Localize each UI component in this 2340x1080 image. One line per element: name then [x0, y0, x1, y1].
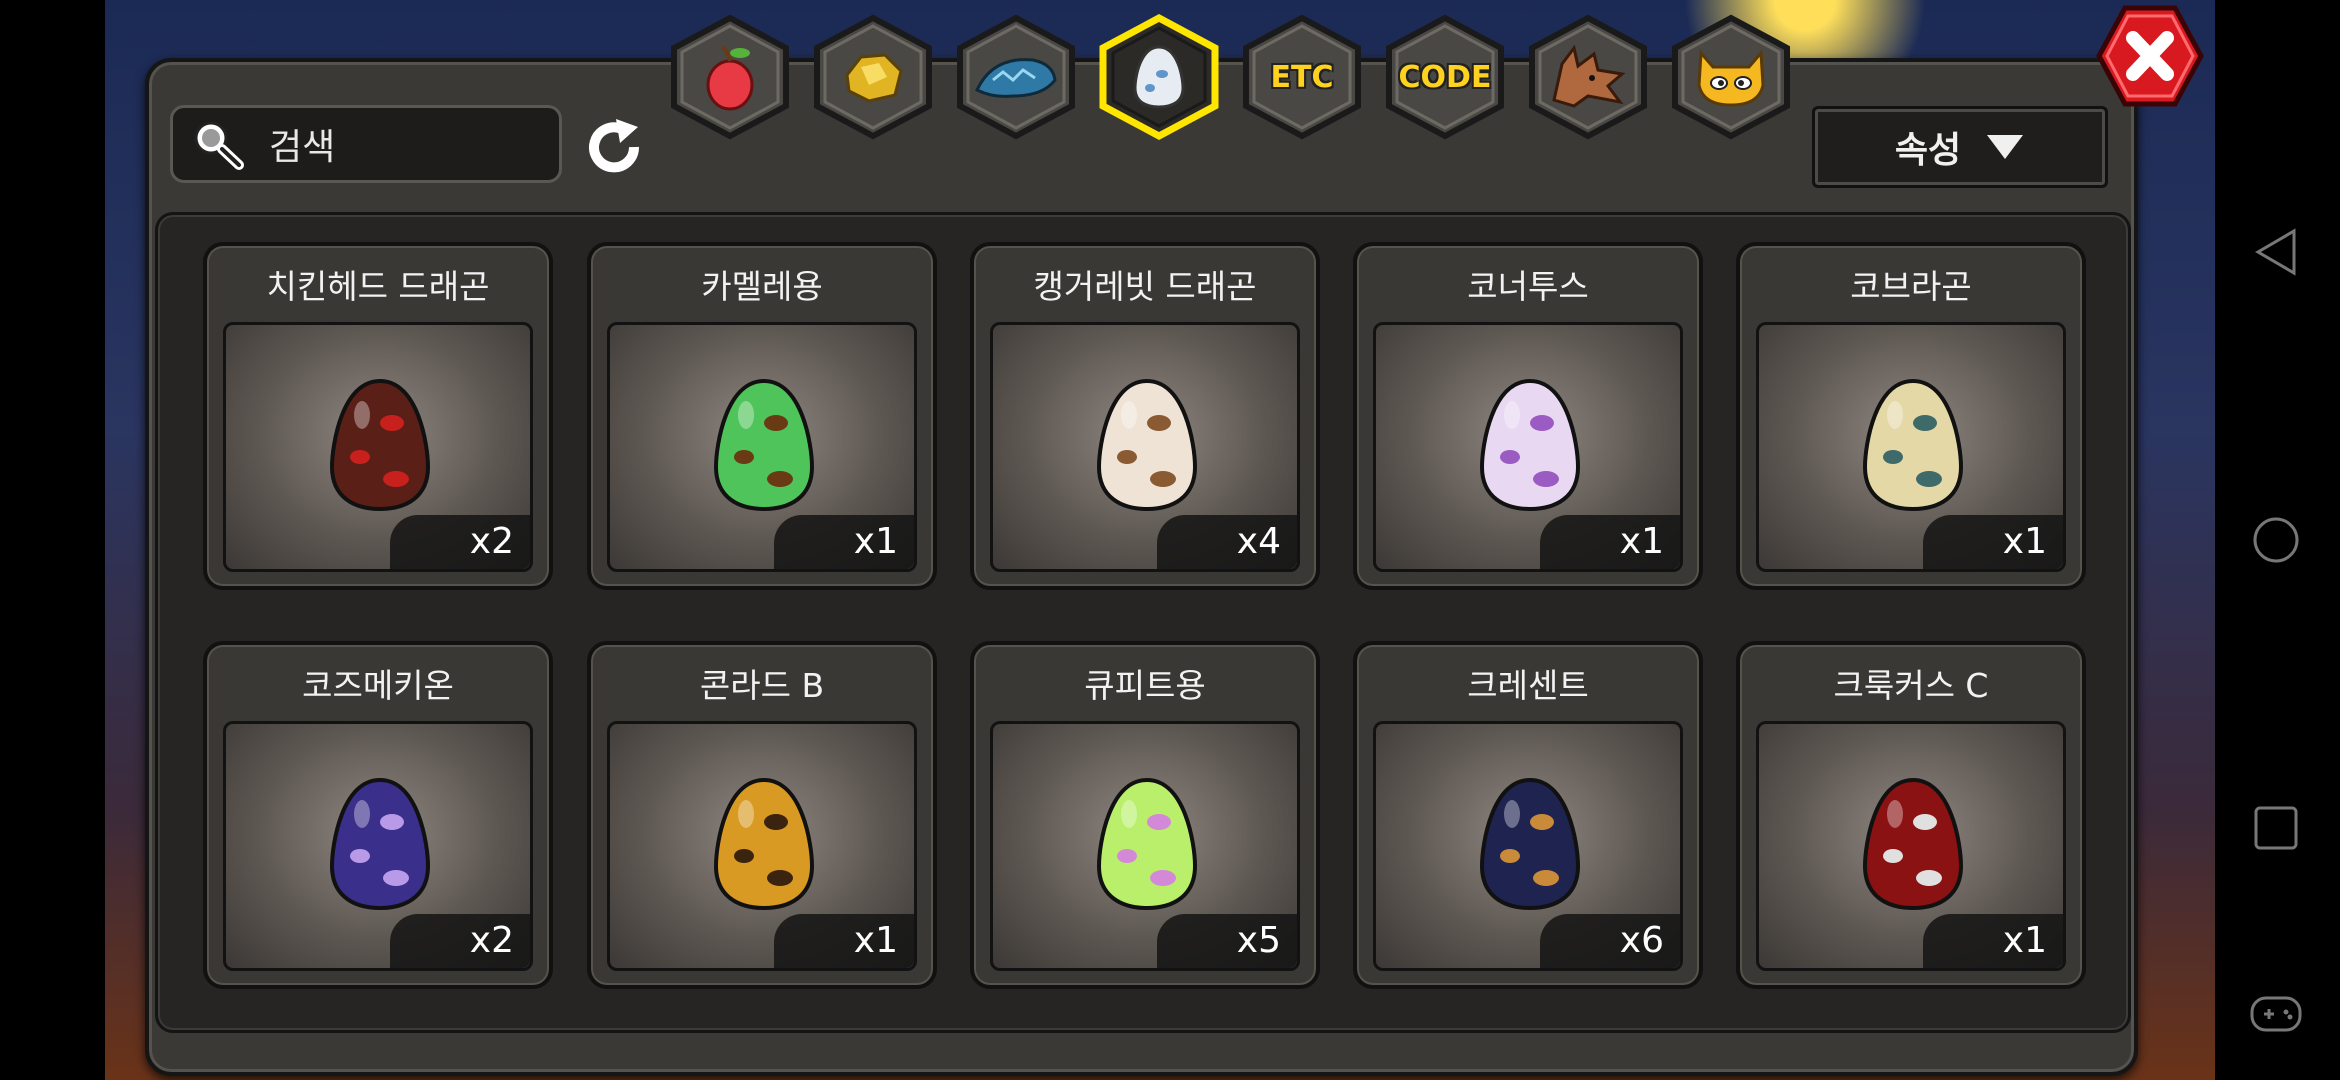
egg-count: x2: [390, 914, 530, 968]
egg-count: x5: [1157, 914, 1297, 968]
dragon-scale-icon: [975, 58, 1057, 98]
egg-card[interactable]: 카멜레용 x1: [587, 242, 937, 590]
egg-name: 큐피트용: [1084, 666, 1206, 705]
egg-slot: x6: [1373, 721, 1683, 971]
search-field[interactable]: 검색: [170, 105, 562, 183]
egg-image-icon: [713, 777, 815, 911]
egg-image-icon: [1096, 777, 1198, 911]
egg-image-icon: [713, 378, 815, 512]
egg-count: x1: [1540, 515, 1680, 569]
egg-slot: x4: [990, 322, 1300, 572]
egg-name: 코즈메키온: [302, 666, 454, 705]
chevron-down-icon: [1987, 135, 2024, 159]
egg-name: 코브라곤: [1850, 267, 1972, 306]
fruit-icon: [706, 45, 754, 111]
tab-gold-ore[interactable]: [811, 14, 935, 140]
egg-slot: x2: [223, 721, 533, 971]
egg-card[interactable]: 치킨헤드 드래곤 x2: [203, 242, 553, 590]
egg-slot: x1: [1756, 322, 2066, 572]
gold-ore-icon: [845, 53, 903, 103]
egg-name: 크레센트: [1467, 666, 1589, 705]
egg-count: x1: [1923, 914, 2063, 968]
egg-card[interactable]: 코즈메키온 x2: [203, 641, 553, 989]
egg-card[interactable]: 크레센트 x6: [1353, 641, 1703, 989]
search-label: 검색: [269, 127, 336, 168]
egg-name: 카멜레용: [701, 267, 823, 306]
refresh-button[interactable]: [580, 115, 650, 181]
egg-image-icon: [1479, 777, 1581, 911]
egg-image-icon: [1096, 378, 1198, 512]
sort-dropdown[interactable]: 속성: [1812, 106, 2108, 188]
egg-slot: x1: [607, 322, 917, 572]
egg-count: x4: [1157, 515, 1297, 569]
search-icon: [194, 121, 244, 170]
egg-slot: x1: [1756, 721, 2066, 971]
egg-name: 크룩커스 C: [1833, 666, 1989, 705]
egg-count: x6: [1540, 914, 1680, 968]
tab-fruit[interactable]: [668, 14, 792, 140]
tab-dragon[interactable]: [1526, 14, 1650, 140]
egg-image-icon: [329, 378, 431, 512]
egg-image-icon: [329, 777, 431, 911]
egg-card[interactable]: 코너투스 x1: [1353, 242, 1703, 590]
tab-etc-label: ETC: [1270, 59, 1334, 95]
egg-slot: x2: [223, 322, 533, 572]
egg-count: x2: [390, 515, 530, 569]
recent-apps-icon[interactable]: [2240, 792, 2312, 864]
egg-name: 콘라드 B: [699, 666, 825, 705]
egg-name: 캥거레빗 드래곤: [1033, 267, 1257, 306]
dragon-head-icon: [1552, 44, 1626, 108]
tab-dragon-scale[interactable]: [954, 14, 1078, 140]
egg-image-icon: [1862, 777, 1964, 911]
egg-slot: x1: [1373, 322, 1683, 572]
tab-egg[interactable]: [1097, 14, 1221, 140]
close-icon: [2096, 5, 2204, 107]
egg-image-icon: [1862, 378, 1964, 512]
egg-name: 치킨헤드 드래곤: [266, 267, 490, 306]
egg-name: 코너투스: [1467, 267, 1589, 306]
monster-face-icon: [1697, 49, 1765, 107]
close-button[interactable]: [2095, 4, 2205, 108]
egg-card[interactable]: 캥거레빗 드래곤 x4: [970, 242, 1320, 590]
egg-slot: x1: [607, 721, 917, 971]
egg-card[interactable]: 크룩커스 C x1: [1736, 641, 2086, 989]
egg-count: x1: [774, 914, 914, 968]
egg-count: x1: [774, 515, 914, 569]
egg-icon: [1133, 45, 1185, 109]
tab-code[interactable]: CODE: [1383, 14, 1507, 140]
egg-card[interactable]: 큐피트용 x5: [970, 641, 1320, 989]
refresh-icon: [589, 119, 640, 173]
sort-label: 속성: [1894, 130, 1962, 171]
egg-card[interactable]: 코브라곤 x1: [1736, 242, 2086, 590]
tab-etc[interactable]: ETC: [1240, 14, 1364, 140]
egg-card[interactable]: 콘라드 B x1: [587, 641, 937, 989]
egg-slot: x5: [990, 721, 1300, 971]
home-icon[interactable]: [2240, 504, 2312, 576]
tab-code-label: CODE: [1398, 59, 1492, 95]
tab-monster[interactable]: [1669, 14, 1793, 140]
egg-count: x1: [1923, 515, 2063, 569]
egg-image-icon: [1479, 378, 1581, 512]
back-icon[interactable]: [2240, 216, 2312, 288]
gamepad-icon[interactable]: [2240, 978, 2312, 1050]
